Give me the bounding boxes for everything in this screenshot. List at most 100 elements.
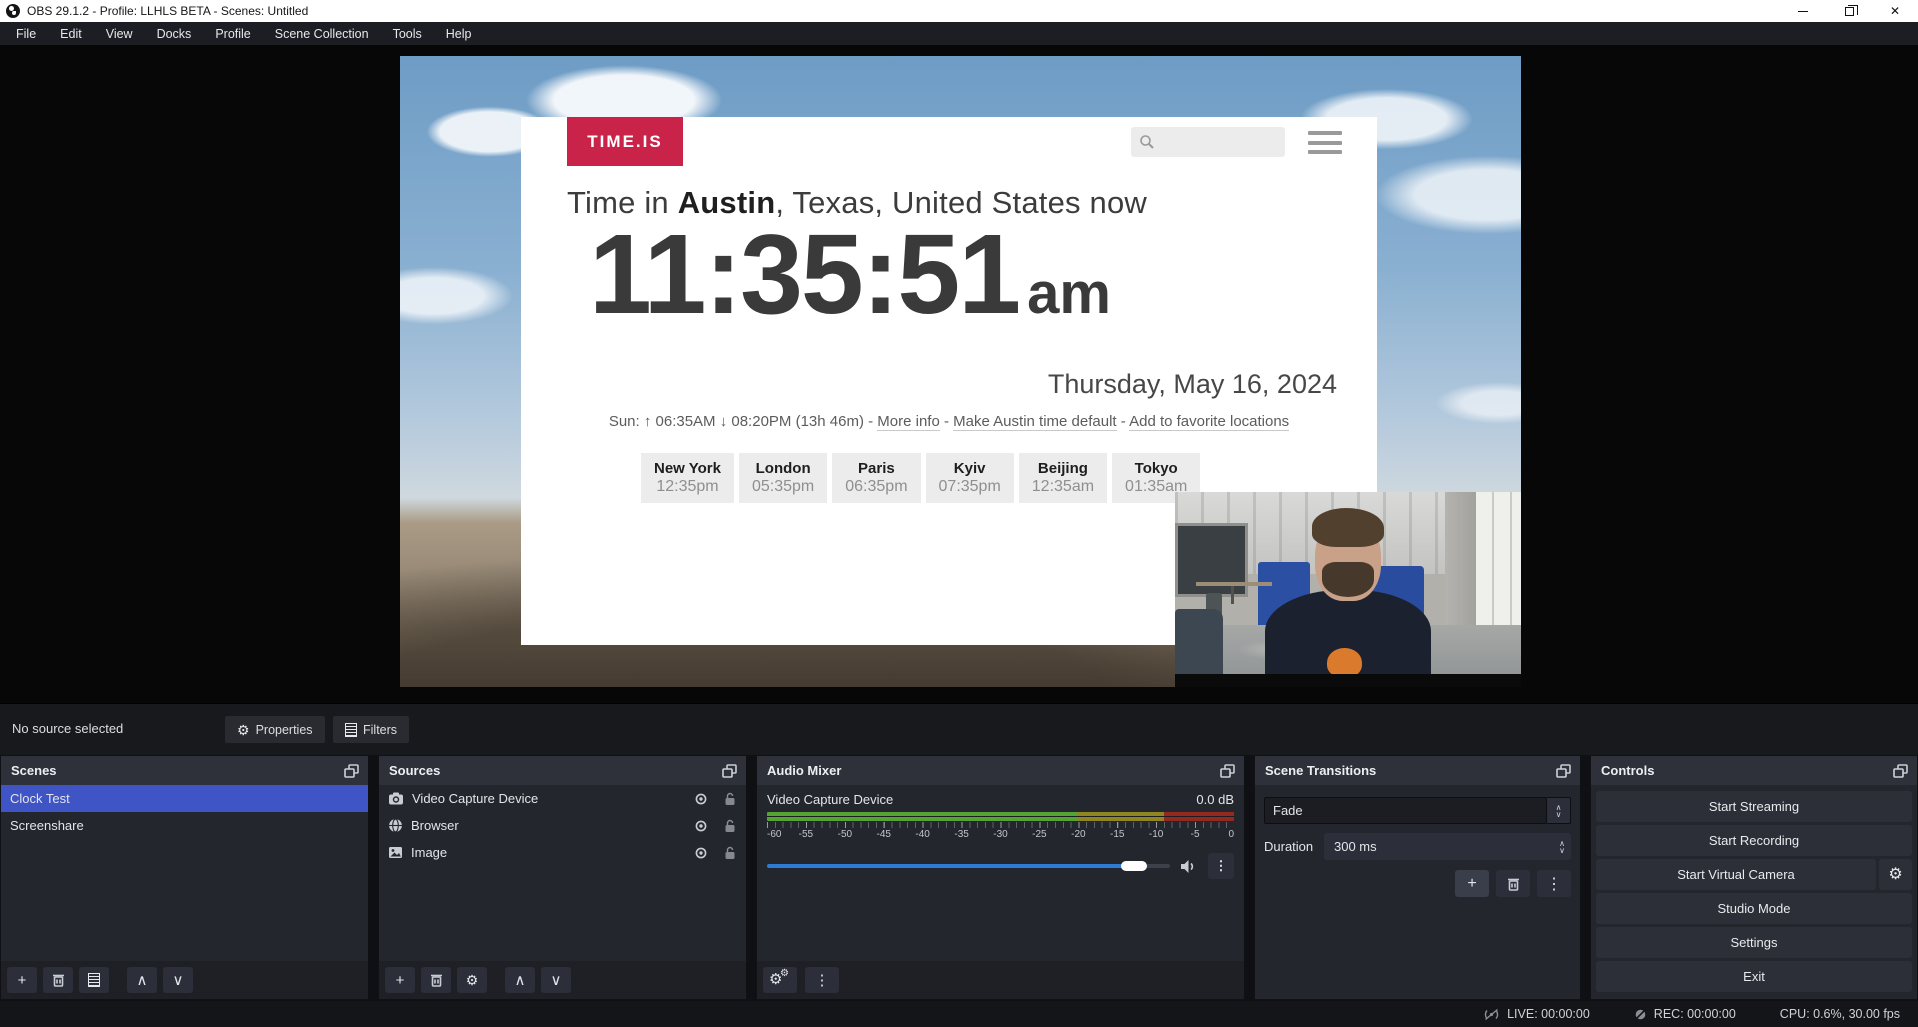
menu-profile[interactable]: Profile bbox=[203, 24, 262, 44]
popout-icon[interactable] bbox=[1220, 764, 1236, 778]
popout-icon[interactable] bbox=[1556, 764, 1572, 778]
source-item-video-capture[interactable]: Video Capture Device bbox=[379, 785, 746, 812]
window-controls bbox=[1780, 0, 1918, 22]
visibility-eye-icon[interactable] bbox=[693, 847, 709, 859]
start-streaming-button[interactable]: Start Streaming bbox=[1596, 791, 1912, 822]
add-source-button[interactable]: + bbox=[385, 967, 415, 993]
source-item-image[interactable]: Image bbox=[379, 839, 746, 866]
remove-source-button[interactable] bbox=[421, 967, 451, 993]
record-inactive-icon bbox=[1634, 1008, 1647, 1021]
cpu-status: CPU: 0.6%, 30.00 fps bbox=[1780, 1007, 1900, 1021]
menu-view[interactable]: View bbox=[94, 24, 145, 44]
timeis-city-row: New York 12:35pm London 05:35pm Paris 06… bbox=[641, 453, 1200, 503]
transition-properties-button[interactable]: ⋮ bbox=[1537, 870, 1571, 897]
remove-transition-button[interactable] bbox=[1496, 870, 1530, 897]
city-name: New York bbox=[654, 460, 721, 477]
volume-slider[interactable] bbox=[767, 861, 1170, 871]
audio-mixer-body: Video Capture Device 0.0 dB -60 -55 -50 … bbox=[757, 785, 1244, 961]
virtual-camera-settings-button[interactable]: ⚙ bbox=[1879, 859, 1912, 890]
popout-icon[interactable] bbox=[1893, 764, 1909, 778]
studio-mode-button[interactable]: Studio Mode bbox=[1596, 893, 1912, 924]
menu-docks[interactable]: Docks bbox=[145, 24, 204, 44]
city-time: 12:35pm bbox=[654, 478, 721, 496]
advanced-audio-button[interactable]: ⚙⚙ bbox=[763, 967, 797, 993]
rec-timer: REC: 00:00:00 bbox=[1654, 1007, 1736, 1021]
title-bar: OBS 29.1.2 - Profile: LLHLS BETA - Scene… bbox=[0, 0, 1918, 22]
source-item-browser[interactable]: Browser bbox=[379, 812, 746, 839]
visibility-eye-icon[interactable] bbox=[693, 820, 709, 832]
start-virtual-camera-button[interactable]: Start Virtual Camera bbox=[1596, 859, 1876, 890]
webcam-bright-window bbox=[1476, 492, 1521, 644]
chevron-down-icon: ∨ bbox=[1556, 811, 1562, 818]
scene-item-clock-test[interactable]: Clock Test bbox=[1, 785, 368, 812]
clock-time: 11:35:51 bbox=[589, 201, 1019, 348]
transitions-header: Scene Transitions bbox=[1255, 756, 1580, 785]
program-canvas[interactable]: TIME.IS Time in Austin, Texas, United St… bbox=[400, 56, 1521, 687]
maximize-button[interactable] bbox=[1826, 0, 1872, 22]
move-source-up-button[interactable]: ∧ bbox=[505, 967, 535, 993]
mixer-menu-button[interactable]: ⋮ bbox=[805, 967, 839, 993]
minimize-button[interactable] bbox=[1780, 0, 1826, 22]
add-transition-button[interactable]: + bbox=[1455, 870, 1489, 897]
source-label: Video Capture Device bbox=[412, 791, 538, 806]
preview-area[interactable]: TIME.IS Time in Austin, Texas, United St… bbox=[0, 45, 1918, 703]
dock-area: Scenes Clock Test Screenshare + ∧ ∨ bbox=[0, 755, 1918, 1001]
menu-file[interactable]: File bbox=[4, 24, 48, 44]
tick-label: -20 bbox=[1071, 829, 1085, 840]
move-source-down-button[interactable]: ∨ bbox=[541, 967, 571, 993]
sun-sep: - bbox=[940, 413, 953, 430]
visibility-eye-icon[interactable] bbox=[693, 793, 709, 805]
mixer-db-value: 0.0 dB bbox=[1196, 792, 1234, 807]
remove-scene-button[interactable] bbox=[43, 967, 73, 993]
exit-button[interactable]: Exit bbox=[1596, 961, 1912, 992]
spin-down-icon[interactable]: ∨ bbox=[1559, 847, 1565, 854]
sources-title: Sources bbox=[389, 763, 440, 778]
popout-icon[interactable] bbox=[344, 764, 360, 778]
transition-select[interactable]: Fade bbox=[1264, 797, 1547, 824]
mixer-channel-menu-button[interactable]: ⋮ bbox=[1208, 853, 1234, 879]
settings-button[interactable]: Settings bbox=[1596, 927, 1912, 958]
mixer-toolbar: ⚙⚙ ⋮ bbox=[757, 961, 1244, 999]
scenes-list: Clock Test Screenshare bbox=[1, 785, 368, 961]
timeis-sun-line: Sun: ↑ 06:35AM ↓ 08:20PM (13h 46m) - Mor… bbox=[521, 413, 1377, 430]
scene-item-screenshare[interactable]: Screenshare bbox=[1, 812, 368, 839]
transition-select-spinner[interactable]: ∧∨ bbox=[1547, 797, 1571, 824]
webcam-chair bbox=[1175, 609, 1223, 683]
move-scene-down-button[interactable]: ∨ bbox=[163, 967, 193, 993]
start-recording-button[interactable]: Start Recording bbox=[1596, 825, 1912, 856]
duration-value: 300 ms bbox=[1334, 839, 1559, 854]
properties-label: Properties bbox=[256, 723, 313, 737]
scene-filters-button[interactable] bbox=[79, 967, 109, 993]
city-name: Tokyo bbox=[1125, 460, 1187, 477]
lock-icon[interactable] bbox=[724, 846, 736, 860]
close-button[interactable] bbox=[1872, 0, 1918, 22]
volume-slider-handle[interactable] bbox=[1121, 861, 1147, 871]
controls-body: Start Streaming Start Recording Start Vi… bbox=[1591, 785, 1917, 999]
sources-list: Video Capture Device Browser Image bbox=[379, 785, 746, 961]
lock-icon[interactable] bbox=[724, 819, 736, 833]
speaker-icon[interactable] bbox=[1180, 859, 1198, 874]
move-scene-up-button[interactable]: ∧ bbox=[127, 967, 157, 993]
menu-tools[interactable]: Tools bbox=[381, 24, 434, 44]
popout-icon[interactable] bbox=[722, 764, 738, 778]
meter-tickmarks bbox=[767, 822, 1234, 828]
duration-label: Duration bbox=[1264, 839, 1324, 854]
filters-button[interactable]: Filters bbox=[333, 716, 409, 743]
add-scene-button[interactable]: + bbox=[7, 967, 37, 993]
city-name: London bbox=[752, 460, 814, 477]
duration-spinbox[interactable]: 300 ms ∧∨ bbox=[1324, 833, 1571, 860]
menu-scene-collection[interactable]: Scene Collection bbox=[263, 24, 381, 44]
meter-tick-labels: -60 -55 -50 -45 -40 -35 -30 -25 -20 -15 … bbox=[767, 829, 1234, 841]
rec-status: REC: 00:00:00 bbox=[1634, 1007, 1736, 1021]
source-properties-button[interactable]: ⚙ bbox=[457, 967, 487, 993]
window-title: OBS 29.1.2 - Profile: LLHLS BETA - Scene… bbox=[27, 4, 308, 18]
source-label: Image bbox=[411, 845, 447, 860]
lock-icon[interactable] bbox=[724, 792, 736, 806]
duration-row: Duration 300 ms ∧∨ bbox=[1264, 833, 1571, 860]
menu-help[interactable]: Help bbox=[434, 24, 484, 44]
status-bar: LIVE: 00:00:00 REC: 00:00:00 CPU: 0.6%, … bbox=[0, 1001, 1918, 1027]
properties-button[interactable]: ⚙ Properties bbox=[225, 716, 325, 743]
source-toolbar: No source selected ⚙ Properties Filters bbox=[0, 703, 1918, 755]
tick-label: -35 bbox=[954, 829, 968, 840]
menu-edit[interactable]: Edit bbox=[48, 24, 94, 44]
